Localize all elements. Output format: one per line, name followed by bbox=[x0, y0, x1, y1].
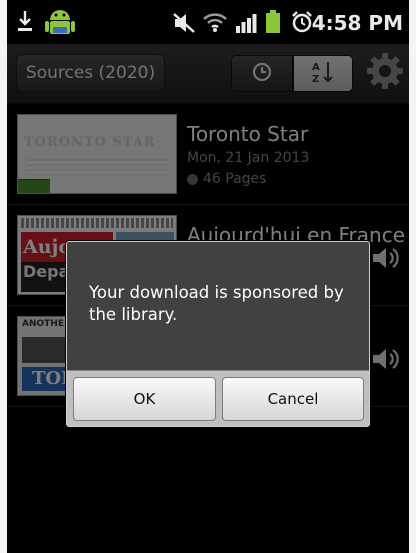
cancel-button[interactable]: Cancel bbox=[222, 377, 364, 421]
phone-screen: 4:58 PM Sources (2020) AZ bbox=[7, 0, 409, 553]
alarm-icon bbox=[290, 10, 314, 38]
battery-icon bbox=[265, 10, 281, 38]
wifi-icon bbox=[202, 11, 228, 37]
download-icon bbox=[17, 10, 33, 36]
signal-icon bbox=[235, 12, 257, 38]
mute-icon bbox=[172, 12, 196, 38]
android-icon bbox=[43, 5, 77, 43]
status-bar: 4:58 PM bbox=[7, 0, 409, 44]
dialog-button-bar: OK Cancel bbox=[67, 370, 369, 426]
sponsor-dialog: Your download is sponsored by the librar… bbox=[66, 241, 370, 427]
ok-button[interactable]: OK bbox=[73, 377, 216, 421]
status-time: 4:58 PM bbox=[311, 11, 403, 35]
dialog-message: Your download is sponsored by the librar… bbox=[89, 283, 344, 324]
